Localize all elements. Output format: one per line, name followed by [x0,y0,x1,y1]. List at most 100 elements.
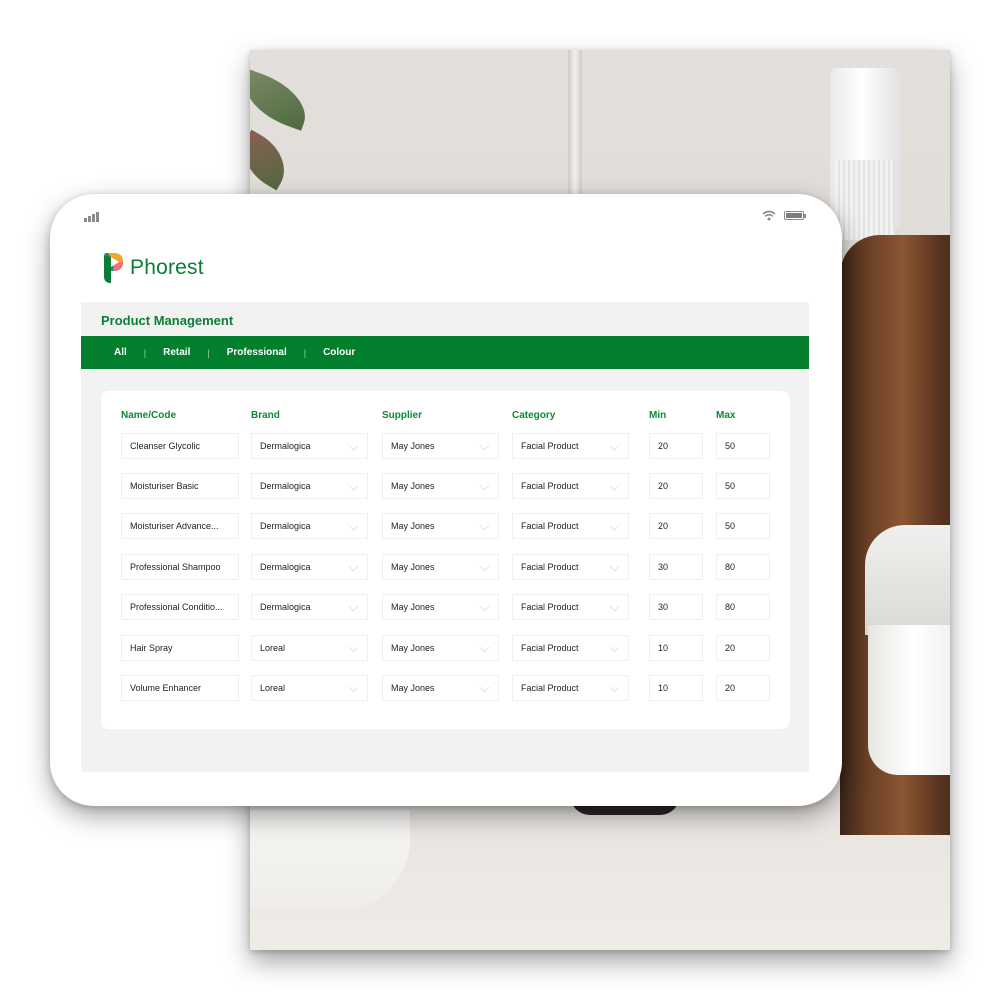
min-stock-field-value: 10 [658,683,669,693]
product-name-field[interactable]: Professional Shampoo [121,554,239,580]
max-stock-field-value: 20 [725,643,736,653]
chevron-down-icon[interactable] [348,642,359,653]
chevron-down-icon[interactable] [609,440,620,451]
min-stock-field-value: 20 [658,441,669,451]
chevron-down-icon[interactable] [609,520,620,531]
category-select[interactable]: Facial Product [512,433,629,459]
chevron-down-icon[interactable] [348,561,359,572]
supplier-select[interactable]: May Jones [382,513,499,539]
brand-select[interactable]: Dermalogica [251,433,368,459]
supplier-select-value: May Jones [391,602,435,612]
min-stock-field[interactable]: 30 [649,554,703,580]
product-name-field[interactable]: Volume Enhancer [121,675,239,701]
supplier-select[interactable]: May Jones [382,635,499,661]
max-stock-field-value: 20 [725,683,736,693]
min-stock-field[interactable]: 20 [649,433,703,459]
supplier-select[interactable]: May Jones [382,675,499,701]
tab-all[interactable]: All [114,347,127,358]
supplier-select-value: May Jones [391,643,435,653]
supplier-select[interactable]: May Jones [382,473,499,499]
max-stock-field[interactable]: 20 [716,635,770,661]
chevron-down-icon[interactable] [348,682,359,693]
column-header-max: Max [716,410,736,421]
max-stock-field[interactable]: 50 [716,513,770,539]
min-stock-field[interactable]: 20 [649,473,703,499]
tab-colour[interactable]: Colour [323,347,355,358]
chevron-down-icon[interactable] [348,440,359,451]
column-header-category: Category [512,410,556,421]
min-stock-field[interactable]: 10 [649,635,703,661]
brand-select[interactable]: Dermalogica [251,513,368,539]
column-header-brand: Brand [251,410,280,421]
max-stock-field[interactable]: 80 [716,594,770,620]
chevron-down-icon[interactable] [348,601,359,612]
chevron-down-icon[interactable] [609,601,620,612]
brand-select-value: Dermalogica [260,602,311,612]
app-screen: Product Management All | Retail | Profes… [81,302,809,772]
category-select[interactable]: Facial Product [512,554,629,580]
supplier-select[interactable]: May Jones [382,554,499,580]
product-name-field[interactable]: Professional Conditio... [121,594,239,620]
chevron-down-icon[interactable] [609,642,620,653]
tab-professional[interactable]: Professional [227,347,287,358]
min-stock-field[interactable]: 10 [649,675,703,701]
product-name-field-value: Moisturiser Basic [130,481,199,491]
category-select[interactable]: Facial Product [512,594,629,620]
product-name-field-value: Hair Spray [130,643,173,653]
chevron-down-icon[interactable] [348,480,359,491]
product-name-field-value: Professional Shampoo [130,562,221,572]
category-select[interactable]: Facial Product [512,635,629,661]
chevron-down-icon[interactable] [479,682,490,693]
chevron-down-icon[interactable] [479,440,490,451]
supplier-select[interactable]: May Jones [382,433,499,459]
product-name-field[interactable]: Cleanser Glycolic [121,433,239,459]
chevron-down-icon[interactable] [609,682,620,693]
min-stock-field[interactable]: 20 [649,513,703,539]
max-stock-field-value: 80 [725,602,736,612]
category-select[interactable]: Facial Product [512,473,629,499]
chevron-down-icon[interactable] [479,642,490,653]
brand-select[interactable]: Dermalogica [251,594,368,620]
chevron-down-icon[interactable] [479,520,490,531]
brand-select-value: Dermalogica [260,562,311,572]
tablet-device: Phorest Product Management All | Retail … [50,194,842,806]
chevron-down-icon[interactable] [479,561,490,572]
max-stock-field-value: 80 [725,562,736,572]
min-stock-field[interactable]: 30 [649,594,703,620]
phorest-logo: Phorest [102,252,204,284]
supplier-select-value: May Jones [391,481,435,491]
product-name-field-value: Moisturiser Advance... [130,521,219,531]
brand-select-value: Loreal [260,643,286,653]
product-name-field[interactable]: Moisturiser Basic [121,473,239,499]
max-stock-field[interactable]: 80 [716,554,770,580]
tab-retail[interactable]: Retail [163,347,190,358]
max-stock-field[interactable]: 20 [716,675,770,701]
supplier-select[interactable]: May Jones [382,594,499,620]
product-name-field[interactable]: Moisturiser Advance... [121,513,239,539]
phorest-logo-icon [104,253,123,283]
chevron-down-icon[interactable] [479,601,490,612]
chevron-down-icon[interactable] [609,480,620,491]
chevron-down-icon[interactable] [479,480,490,491]
brand-select[interactable]: Dermalogica [251,554,368,580]
tab-divider: | [207,347,210,358]
chevron-down-icon[interactable] [609,561,620,572]
tab-divider: | [143,347,147,358]
brand-select[interactable]: Loreal [251,635,368,661]
photo-spray-neck [835,160,895,240]
category-select[interactable]: Facial Product [512,513,629,539]
max-stock-field[interactable]: 50 [716,473,770,499]
min-stock-field-value: 20 [658,481,669,491]
brand-select[interactable]: Loreal [251,675,368,701]
page-title: Product Management [101,313,234,328]
brand-select[interactable]: Dermalogica [251,473,368,499]
product-name-field-value: Professional Conditio... [130,602,223,612]
chevron-down-icon[interactable] [348,520,359,531]
photo-jar [868,625,950,775]
category-select[interactable]: Facial Product [512,675,629,701]
product-table-card: Name/Code Brand Supplier Category Min Ma… [101,391,790,729]
brand-name: Phorest [130,256,204,279]
product-name-field[interactable]: Hair Spray [121,635,239,661]
max-stock-field[interactable]: 50 [716,433,770,459]
wifi-icon [762,210,776,221]
